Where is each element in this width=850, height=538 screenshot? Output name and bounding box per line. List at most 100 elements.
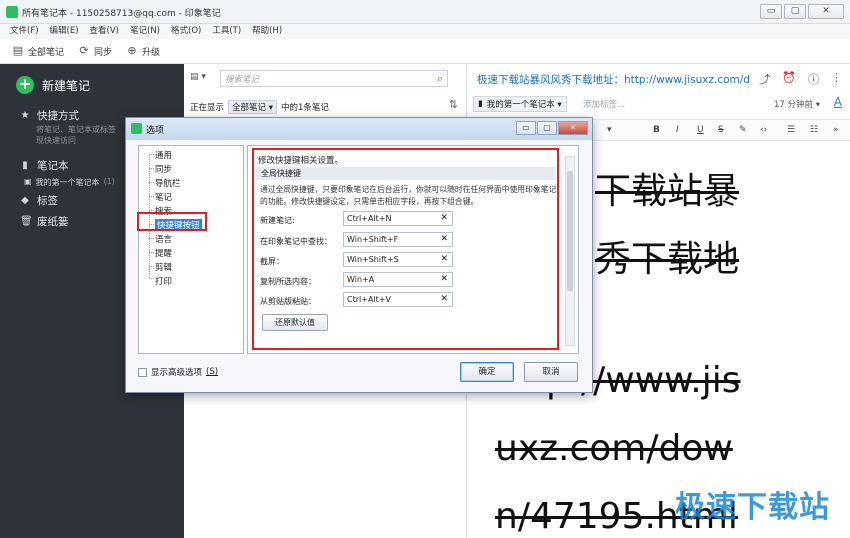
dialog-title: 选项 [146,126,165,136]
new-note-button[interactable]: + 新建笔记 [16,76,90,94]
tree-tick [149,196,154,197]
plus-icon: + [16,76,34,94]
tree-item-sync[interactable]: 同步 [155,163,172,175]
sidebar-item-trash[interactable]: 🗑 废纸篓 [20,214,69,229]
options-dialog: 选项 ▭ ▢ ✕ 通用 同步 导航栏 笔记 搜索 快捷键按钮 语言 提醒 剪辑 … [125,117,593,393]
dialog-maximize-button[interactable]: ▢ [537,121,557,135]
upgrade-label: 升级 [142,47,161,58]
notes-filter-dropdown[interactable]: 全部笔记 ▾ [228,100,277,114]
menu-edit[interactable]: 编辑(E) [50,24,79,39]
showing-suffix: 中的1条笔记 [281,103,329,113]
window-controls: ▭ ▢ ✕ [760,4,844,19]
underline-icon[interactable]: U [697,125,704,135]
trash-label: 废纸篓 [37,216,69,228]
strikethrough-icon[interactable]: S [718,125,724,135]
showing-prefix: 正在显示 [190,103,225,113]
menu-note[interactable]: 笔记(N) [130,24,160,39]
star-icon: ★ [20,110,30,121]
tree-item-reminders[interactable]: 提醒 [155,247,172,259]
scrollbar-thumb[interactable] [567,171,573,291]
highlight-box-settings [252,148,559,350]
tree-tick [149,252,154,253]
font-color-icon[interactable]: A [834,95,842,109]
close-button[interactable]: ✕ [808,4,844,19]
note-title-field[interactable]: 极速下载站暴风风秀下载地址：http://www.jisuxz.com/d [477,72,762,87]
sort-icon[interactable]: ⇅ [449,98,458,111]
notebook-selector-label: 我的第一个笔记本 ▾ [486,100,562,110]
bullet-list-icon[interactable]: ☰ [787,125,795,135]
menu-bar: 文件(F) 编辑(E) 查看(V) 笔记(N) 格式(O) 工具(T) 帮助(H… [0,24,850,39]
editor-top-icons: ⤴ ⏰ ⓘ ⋮ [759,71,842,87]
shortcut-settings-panel: 修改快捷键相关设置。 全局快捷键 通过全局快捷键，只要印象笔记在后台运行，你就可… [247,145,579,354]
sidebar-item-notebooks[interactable]: ▮ 笔记本 [20,158,68,173]
code-icon[interactable]: ‹› [760,125,767,135]
menu-view[interactable]: 查看(V) [90,24,119,39]
numbered-list-icon[interactable]: ☷ [810,125,818,135]
add-tag-input[interactable]: 添加标签... [583,98,625,110]
tree-item-notes[interactable]: 笔记 [155,191,172,203]
showing-status: 正在显示 全部笔记 ▾ 中的1条笔记 [190,100,329,114]
menu-tools[interactable]: 工具(T) [212,24,241,39]
tree-tick [149,210,154,211]
settings-scrollbar[interactable] [565,156,575,346]
view-toggle-icon[interactable]: ▤ ▾ [190,72,212,84]
tree-tick [149,278,154,279]
highlight-icon[interactable]: ✎ [739,125,747,135]
dialog-app-icon [131,123,142,134]
menu-help[interactable]: 帮助(H) [252,24,282,39]
show-advanced-key: (S) [206,367,219,377]
reminder-icon[interactable]: ⏰ [782,71,796,87]
upgrade-button[interactable]: ⊕ 升级 [126,45,160,58]
site-watermark: 极速下载站 [675,490,830,525]
more-icon[interactable]: ⋮ [831,71,842,87]
tree-tick [149,182,154,183]
menu-file[interactable]: 文件(F) [10,24,39,39]
all-notes-label: 全部笔记 [28,47,65,58]
show-advanced-label: 显示高级选项 [151,368,203,378]
notes-icon: ▤ [12,44,24,57]
tree-item-print[interactable]: 打印 [155,275,172,287]
share-icon[interactable]: ⤴ [759,71,770,87]
maximize-button[interactable]: ▢ [784,4,806,19]
tree-item-clipper[interactable]: 剪辑 [155,261,172,273]
notebook-name: 我的第一个笔记本 [35,178,100,187]
italic-icon[interactable]: I [676,125,679,135]
notebook-count: (1) [103,177,115,186]
all-notes-button[interactable]: ▤ 全部笔记 [12,45,64,58]
minimize-button[interactable]: ▭ [760,4,782,19]
bold-icon[interactable]: B [653,125,660,135]
font-size-dropdown-icon[interactable]: ▾ [607,125,612,135]
upgrade-icon: ⊕ [127,44,137,57]
tree-item-navbar[interactable]: 导航栏 [155,177,181,189]
tree-tick [149,238,154,239]
tree-item-language[interactable]: 语言 [155,233,172,245]
tree-tick [149,168,154,169]
ok-button[interactable]: 确定 [460,362,514,382]
dialog-minimize-button[interactable]: ▭ [516,121,536,135]
search-placeholder: 搜索笔记 [225,75,260,85]
tree-item-general[interactable]: 通用 [155,149,172,161]
sidebar-item-tags[interactable]: ◆ 标签 [20,193,58,208]
search-icon[interactable]: ⌕ [437,72,443,86]
main-toolbar: ▤ 全部笔记 ⟳ 同步 ⊕ 升级 [0,39,850,64]
menu-format[interactable]: 格式(O) [171,24,201,39]
format-more-icon[interactable]: » [833,125,839,135]
window-titlebar: 所有笔记本 - 1150258713@qq.com - 印象笔记 ▭ ▢ ✕ [0,0,850,24]
cancel-button[interactable]: 取消 [524,362,578,382]
show-advanced-checkbox[interactable]: 显示高级选项 (S) [138,366,218,378]
dialog-close-button[interactable]: ✕ [558,121,588,135]
body-line-2: 秀下载地 [595,239,740,280]
new-note-label: 新建笔记 [42,78,91,93]
edit-time[interactable]: 17 分钟前 ▾ [774,98,820,110]
checkbox-icon[interactable] [138,367,147,377]
search-input[interactable]: 搜索笔记 ⌕ [220,70,448,87]
sidebar-item-notebook[interactable]: ▣ 我的第一个笔记本 (1) [24,177,115,188]
notebook-selector[interactable]: ▮ 我的第一个笔记本 ▾ [473,96,567,112]
sidebar-item-shortcuts[interactable]: ★ 快捷方式 [20,108,79,123]
tree-tick [149,266,154,267]
shortcuts-hint-2: 现快速访问 [36,136,76,145]
info-icon[interactable]: ⓘ [808,71,819,87]
sync-button[interactable]: ⟳ 同步 [78,45,112,58]
highlight-box-tree [137,212,207,231]
tag-icon: ◆ [21,195,29,206]
